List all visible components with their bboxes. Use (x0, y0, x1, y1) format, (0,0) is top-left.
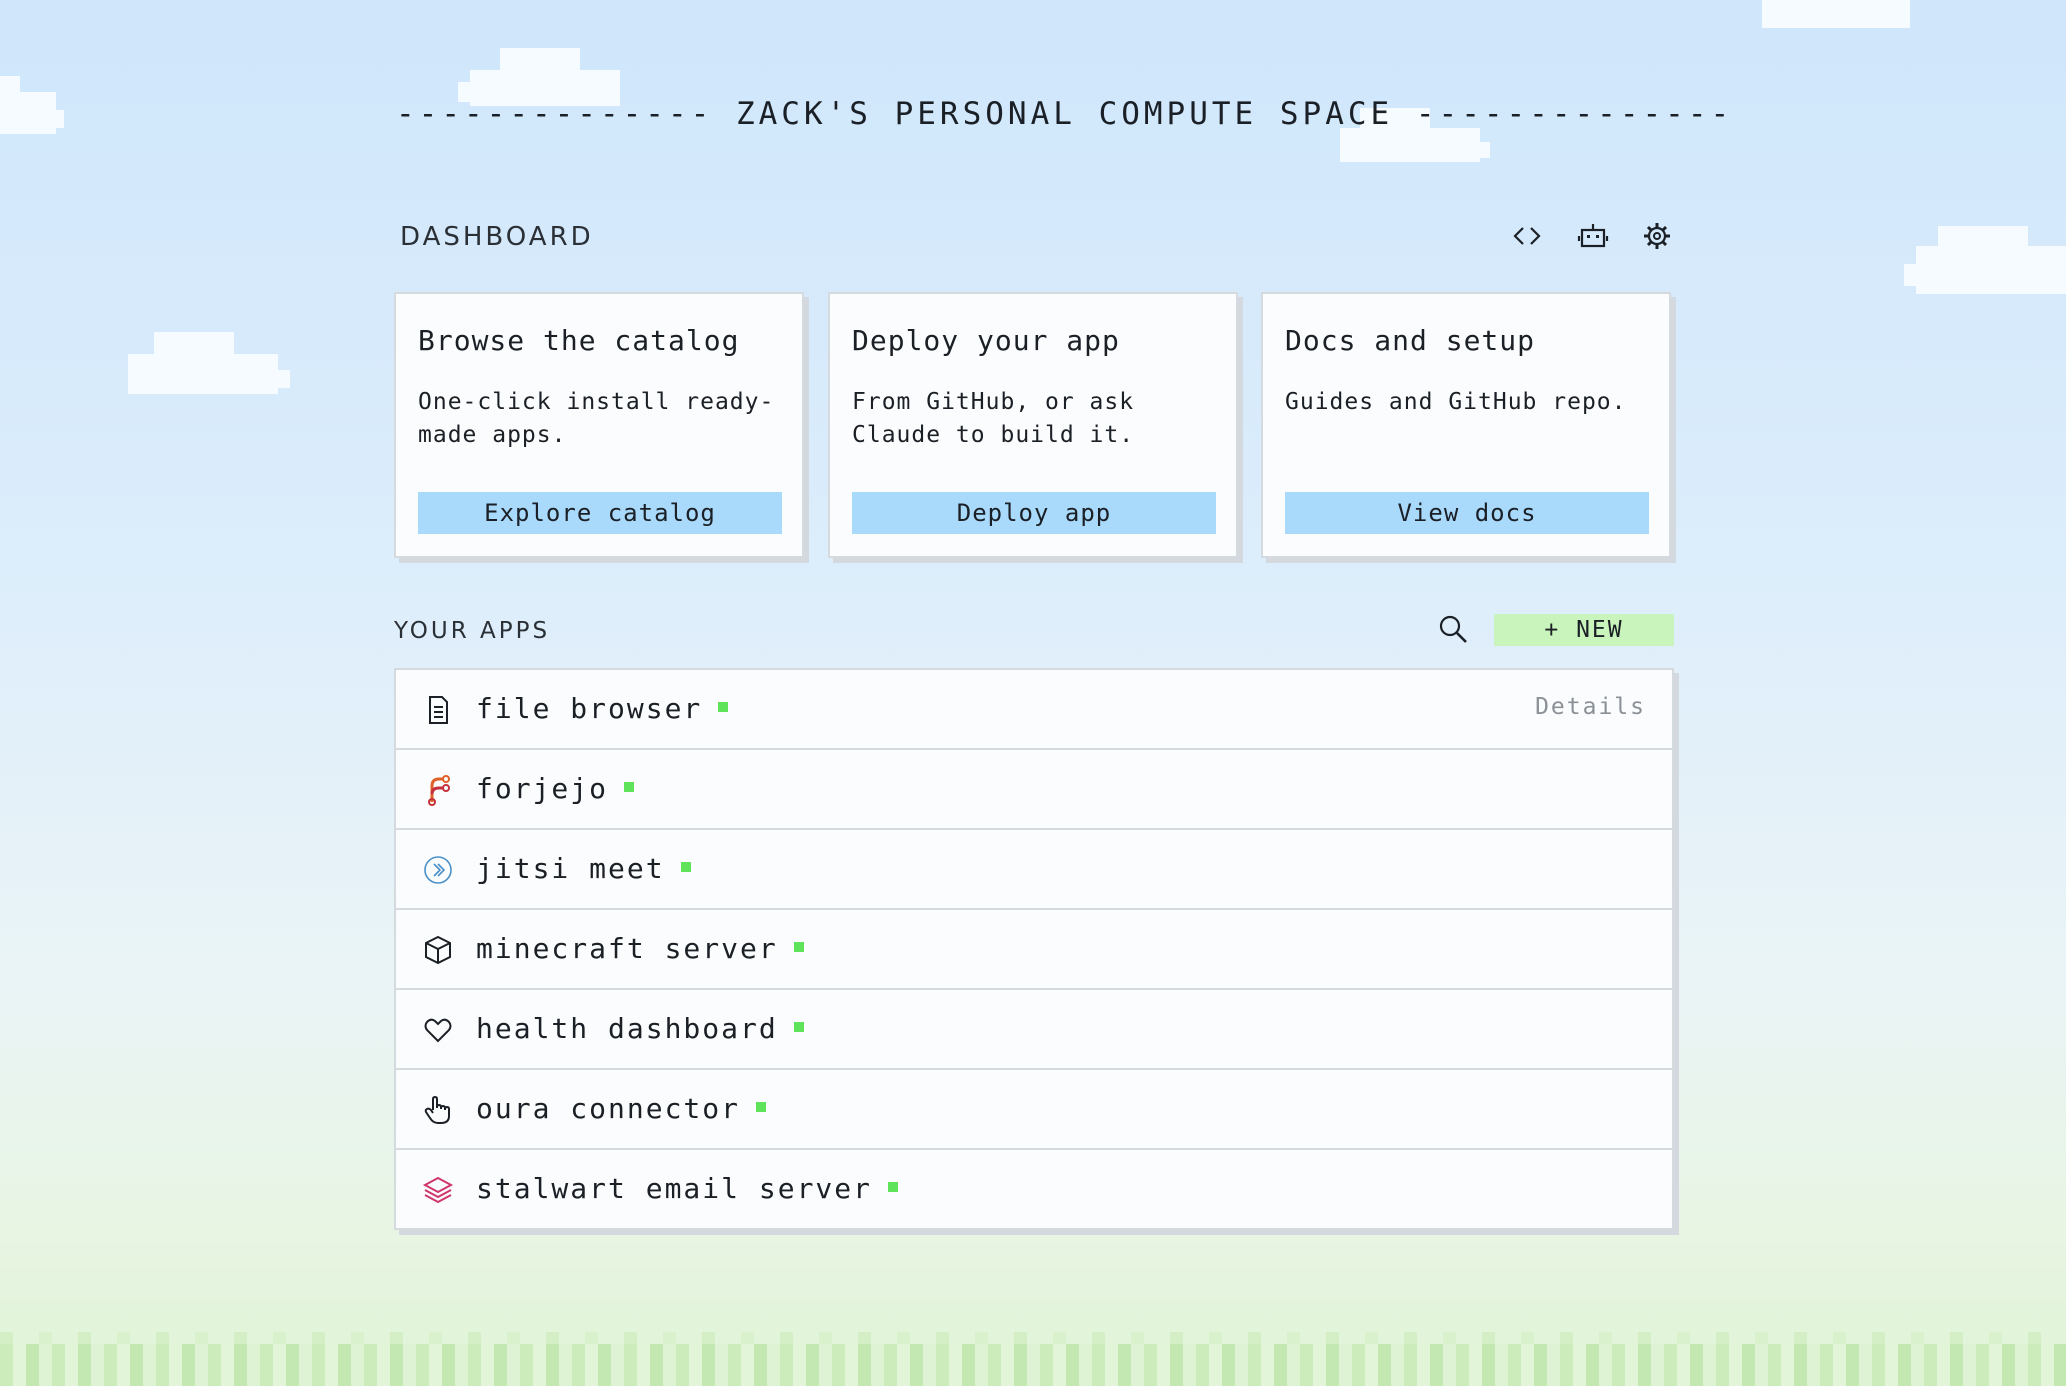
forgejo-icon (422, 774, 454, 806)
page-title: -------------- ZACK'S PERSONAL COMPUTE S… (396, 96, 1734, 132)
app-name: oura connector (476, 1092, 741, 1125)
stack-icon (422, 1174, 454, 1206)
heart-icon (422, 1014, 454, 1046)
status-indicator (793, 1022, 804, 1032)
deploy-card: Deploy your app From GitHub, or ask Clau… (828, 292, 1238, 558)
document-icon (422, 694, 454, 726)
list-item[interactable]: jitsi meet (396, 830, 1672, 910)
app-name: jitsi meet (476, 852, 665, 885)
toolbar (1510, 219, 1680, 255)
list-item[interactable]: minecraft server (396, 910, 1672, 990)
gear-icon[interactable] (1640, 219, 1674, 253)
explore-catalog-button[interactable]: Explore catalog (418, 492, 782, 534)
list-item[interactable]: file browser Details (396, 670, 1672, 750)
status-indicator (718, 702, 729, 712)
search-icon[interactable] (1436, 612, 1470, 646)
app-name: health dashboard (476, 1012, 778, 1045)
status-indicator (756, 1102, 767, 1112)
app-name: forjejo (476, 772, 609, 805)
card-description: Guides and GitHub repo. (1285, 389, 1627, 415)
cloud (1340, 108, 1490, 162)
cloud (128, 332, 290, 394)
cloud (0, 76, 64, 134)
app-name: stalwart email server (476, 1172, 873, 1205)
app-name: file browser (476, 692, 703, 725)
app-list: file browser Details forjejo jitsi meet … (394, 668, 1674, 1230)
list-item[interactable]: oura connector (396, 1070, 1672, 1150)
details-link[interactable]: Details (1535, 694, 1646, 720)
status-indicator (680, 862, 691, 872)
deploy-app-button[interactable]: Deploy app (852, 492, 1216, 534)
new-app-button[interactable]: + NEW (1494, 614, 1674, 646)
status-indicator (793, 942, 804, 952)
your-apps-label: YOUR APPS (394, 618, 551, 644)
robot-icon[interactable] (1576, 219, 1610, 253)
card-title: Docs and setup (1285, 324, 1536, 357)
pointer-hand-icon (422, 1094, 454, 1126)
catalog-card: Browse the catalog One-click install rea… (394, 292, 804, 558)
card-description: One-click install ready-made apps. (418, 389, 775, 448)
card-description: From GitHub, or ask Claude to build it. (852, 389, 1135, 448)
card-title: Browse the catalog (418, 324, 740, 357)
app-name: minecraft server (476, 932, 778, 965)
docs-card: Docs and setup Guides and GitHub repo. V… (1261, 292, 1671, 558)
list-item[interactable]: health dashboard (396, 990, 1672, 1070)
list-item[interactable]: forjejo (396, 750, 1672, 830)
card-title: Deploy your app (852, 324, 1120, 357)
status-indicator (888, 1182, 899, 1192)
dashboard-label: DASHBOARD (400, 222, 594, 252)
status-indicator (624, 782, 635, 792)
cloud (1904, 226, 2066, 294)
pixel-grass (0, 1332, 2066, 1386)
view-docs-button[interactable]: View docs (1285, 492, 1649, 534)
list-item[interactable]: stalwart email server (396, 1150, 1672, 1228)
cube-icon (422, 934, 454, 966)
cloud (1762, 0, 1910, 28)
jitsi-icon (422, 854, 454, 886)
code-icon[interactable] (1510, 219, 1544, 253)
